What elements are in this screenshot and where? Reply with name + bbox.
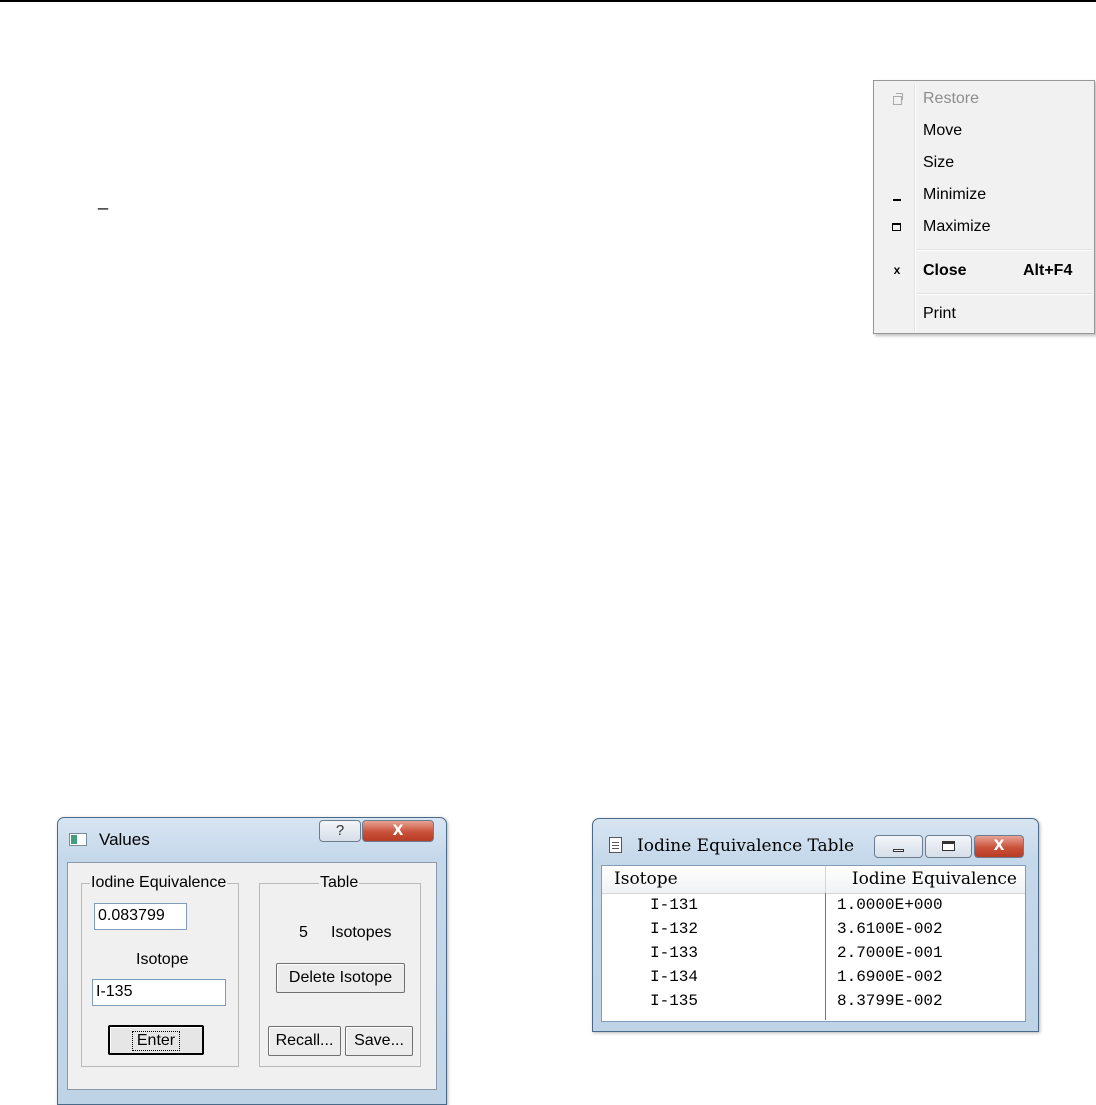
table-legend: Table <box>319 874 360 892</box>
menu-item-maximize[interactable]: Maximize <box>874 212 1094 242</box>
menu-item-close[interactable]: x Close Alt+F4 <box>874 256 1094 286</box>
close-button[interactable]: X <box>974 835 1024 858</box>
isotopes-label: Isotopes <box>331 924 392 941</box>
isotope-count: 5 <box>299 924 308 941</box>
menu-item-print-label: Print <box>923 305 956 322</box>
menu-item-minimize[interactable]: Minimize <box>874 180 1094 210</box>
system-context-menu: Restore Move Size Minimize Maximize x Cl… <box>873 80 1095 334</box>
values-dialog-client: Iodine Equivalence 0.083799 Isotope I-13… <box>67 862 437 1090</box>
menu-separator <box>917 249 1092 251</box>
table-row[interactable]: I-135 8.3799E-002 <box>602 990 1025 1014</box>
table-row[interactable]: I-133 2.7000E-001 <box>602 942 1025 966</box>
isotope-label: Isotope <box>136 951 189 968</box>
row-value: 2.7000E-001 <box>837 944 943 962</box>
iodine-table-list[interactable]: Isotope Iodine Equivalence I-131 1.0000E… <box>601 865 1026 1022</box>
row-value: 1.6900E-002 <box>837 968 943 986</box>
close-button[interactable]: X <box>362 820 434 842</box>
close-icon: x <box>893 263 901 277</box>
notepad-icon <box>609 837 622 853</box>
help-button[interactable]: ? <box>319 820 361 842</box>
isotope-input[interactable]: I-135 <box>92 979 226 1006</box>
menu-item-move[interactable]: Move <box>874 116 1094 146</box>
menu-item-move-label: Move <box>923 122 963 139</box>
row-isotope: I-134 <box>650 968 699 986</box>
row-value: 3.6100E-002 <box>837 920 943 938</box>
enter-button[interactable]: Enter <box>108 1025 204 1055</box>
table-row[interactable]: I-134 1.6900E-002 <box>602 966 1025 990</box>
row-isotope: I-132 <box>650 920 699 938</box>
iodine-equivalence-group: Iodine Equivalence 0.083799 Isotope I-13… <box>81 874 239 1067</box>
iodine-equivalence-legend: Iodine Equivalence <box>90 874 228 892</box>
underscore-mark: _ <box>98 190 109 210</box>
row-isotope: I-133 <box>650 944 699 962</box>
top-border-line <box>0 0 1096 2</box>
minimize-button[interactable] <box>874 835 923 858</box>
column-header-isotope[interactable]: Isotope <box>602 866 826 893</box>
row-value: 1.0000E+000 <box>837 896 943 914</box>
menu-item-size-label: Size <box>923 154 955 171</box>
row-isotope: I-135 <box>650 992 699 1010</box>
menu-item-maximize-label: Maximize <box>923 218 991 235</box>
delete-isotope-button[interactable]: Delete Isotope <box>276 963 405 993</box>
iodine-table-window: Iodine Equivalence Table X Isotope Iodin… <box>592 818 1039 1032</box>
column-divider <box>825 893 826 1020</box>
menu-item-restore[interactable]: Restore <box>874 84 1094 114</box>
maximize-button[interactable] <box>925 835 972 858</box>
recall-button[interactable]: Recall... <box>268 1026 341 1056</box>
table-group: Table 5 Isotopes Delete Isotope Recall..… <box>259 874 421 1067</box>
restore-icon <box>893 93 903 105</box>
table-row[interactable]: I-132 3.6100E-002 <box>602 918 1025 942</box>
save-button[interactable]: Save... <box>345 1026 413 1056</box>
menu-item-close-label: Close <box>923 262 967 279</box>
table-header: Isotope Iodine Equivalence <box>602 866 1025 894</box>
menu-item-minimize-label: Minimize <box>923 186 987 203</box>
maximize-icon <box>892 223 901 231</box>
iodine-equivalence-input[interactable]: 0.083799 <box>94 903 187 930</box>
iodine-table-window-title: Iodine Equivalence Table <box>637 836 855 856</box>
enter-button-label: Enter <box>131 1031 181 1051</box>
menu-item-restore-label: Restore <box>923 90 980 107</box>
app-window-icon <box>69 833 87 846</box>
values-dialog: Values ? X Iodine Equivalence 0.083799 I… <box>57 817 447 1105</box>
menu-item-size[interactable]: Size <box>874 148 1094 178</box>
table-row[interactable]: I-131 1.0000E+000 <box>602 894 1025 918</box>
values-dialog-title: Values <box>99 830 150 849</box>
row-isotope: I-131 <box>650 896 699 914</box>
menu-item-close-shortcut: Alt+F4 <box>1023 262 1073 279</box>
column-header-iodine-equivalence[interactable]: Iodine Equivalence <box>826 866 1025 893</box>
minimize-icon <box>893 199 901 201</box>
menu-separator <box>917 293 1092 295</box>
menu-item-print[interactable]: Print <box>874 299 1094 329</box>
row-value: 8.3799E-002 <box>837 992 943 1010</box>
